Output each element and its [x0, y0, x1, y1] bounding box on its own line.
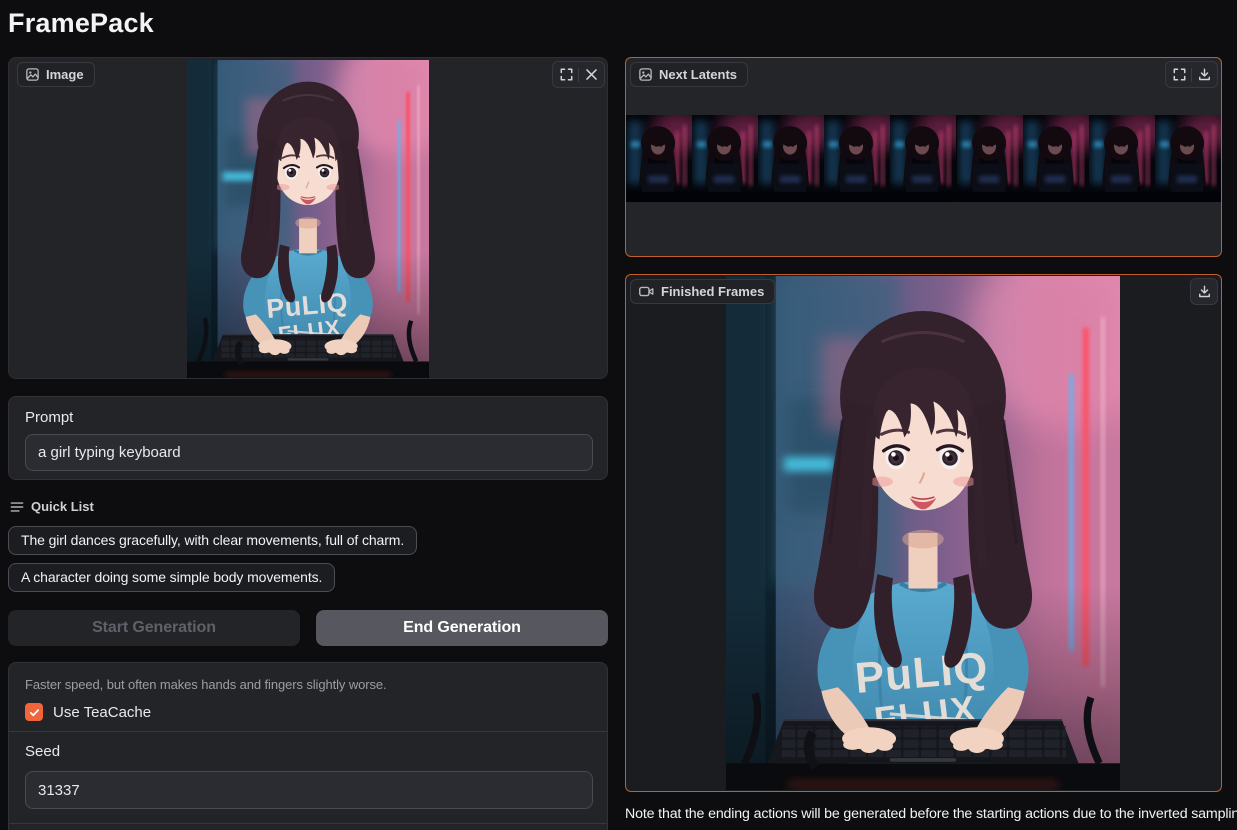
prompt-input[interactable]	[25, 434, 593, 471]
settings-group: Faster speed, but often makes hands and …	[8, 662, 608, 830]
latent-frame	[824, 115, 890, 202]
fullscreen-icon	[560, 68, 573, 81]
latent-strip[interactable]	[626, 115, 1221, 202]
image-panel-label: Image	[17, 62, 95, 87]
prompt-label: Prompt	[25, 409, 74, 426]
latent-frame	[1155, 115, 1221, 202]
download-button[interactable]	[1192, 63, 1216, 86]
image-panel-toolbar	[552, 61, 605, 88]
latent-frame	[1089, 115, 1155, 202]
seed-label: Seed	[25, 743, 61, 760]
latent-frame-image	[1155, 115, 1221, 202]
latent-frame	[890, 115, 956, 202]
latent-frame	[758, 115, 824, 202]
finished-frames-label-text: Finished Frames	[661, 284, 765, 299]
image-icon	[639, 68, 652, 81]
latent-frame-image	[824, 115, 890, 202]
teacache-row: Use TeaCache	[25, 703, 151, 721]
latent-frame	[692, 115, 758, 202]
quick-list-label-text: Quick List	[31, 499, 94, 514]
fullscreen-icon	[1173, 68, 1186, 81]
list-icon	[10, 500, 24, 514]
clear-image-button[interactable]	[579, 63, 603, 86]
next-latents-panel: Next Latents	[625, 57, 1222, 257]
finished-frames-label: Finished Frames	[630, 279, 776, 304]
quick-list-label: Quick List	[10, 499, 94, 514]
teacache-checkbox[interactable]	[25, 703, 43, 721]
image-icon	[26, 68, 39, 81]
latent-frame-image	[1023, 115, 1089, 202]
latent-frame-image	[692, 115, 758, 202]
latent-frame-image	[758, 115, 824, 202]
quick-list-item-2[interactable]: A character doing some simple body movem…	[8, 563, 336, 592]
finished-frames-panel: Finished Frames	[625, 274, 1222, 792]
group-divider-1	[9, 731, 607, 732]
finished-frames-preview[interactable]	[726, 276, 1120, 790]
prompt-block: Prompt	[8, 396, 608, 480]
download-button[interactable]	[1192, 280, 1216, 303]
group-divider-2	[9, 823, 607, 824]
next-latents-toolbar	[1165, 61, 1218, 88]
latent-frame-image	[890, 115, 956, 202]
seed-input[interactable]	[25, 771, 593, 809]
latent-frame-image	[626, 115, 692, 202]
end-generation-button[interactable]: End Generation	[316, 610, 608, 646]
next-latents-label: Next Latents	[630, 62, 749, 87]
start-generation-button[interactable]: Start Generation	[8, 610, 300, 646]
sampling-note: Note that the ending actions will be gen…	[625, 806, 1237, 822]
download-icon	[1198, 285, 1211, 298]
teacache-info-text: Faster speed, but often makes hands and …	[25, 677, 387, 692]
fullscreen-button[interactable]	[1167, 63, 1191, 86]
download-icon	[1198, 68, 1211, 81]
video-icon	[639, 285, 654, 298]
next-latents-label-text: Next Latents	[659, 67, 738, 82]
input-image-panel: Image	[8, 57, 608, 379]
latent-frame-image	[1089, 115, 1155, 202]
fullscreen-button[interactable]	[554, 63, 578, 86]
teacache-checkbox-label: Use TeaCache	[53, 703, 152, 721]
page-title: FramePack	[8, 8, 154, 38]
image-panel-label-text: Image	[46, 67, 84, 82]
finished-frames-toolbar	[1190, 278, 1218, 305]
checkmark-icon	[29, 707, 40, 718]
latent-frame	[626, 115, 692, 202]
latent-frame	[957, 115, 1023, 202]
input-image-preview[interactable]	[187, 60, 429, 378]
latent-frame-image	[957, 115, 1023, 202]
quick-list-item-1[interactable]: The girl dances gracefully, with clear m…	[8, 526, 418, 555]
close-icon	[585, 68, 598, 81]
framepack-app: PuLIQ FLUX	[0, 0, 1237, 830]
latent-frame	[1023, 115, 1089, 202]
